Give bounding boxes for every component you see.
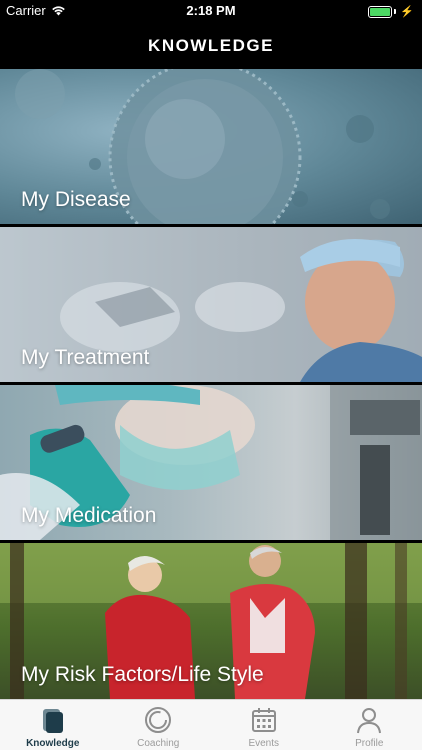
tile-label: My Medication [21, 504, 157, 527]
tab-profile[interactable]: Profile [317, 700, 422, 750]
tab-knowledge[interactable]: Knowledge [0, 700, 106, 750]
tile-label: My Disease [21, 188, 131, 211]
tile-my-medication[interactable]: My Medication [0, 385, 422, 540]
tab-label: Knowledge [26, 738, 80, 749]
tab-coaching[interactable]: Coaching [106, 700, 212, 750]
tab-bar: Knowledge Coaching Events Profile [0, 699, 422, 750]
tab-events[interactable]: Events [211, 700, 317, 750]
knowledge-icon [42, 709, 63, 733]
battery-icon: ⚡ [368, 5, 414, 18]
tab-label: Profile [355, 738, 384, 749]
tile-label: My Risk Factors/Life Style [21, 663, 264, 686]
knowledge-tiles: My Disease My Treatment My Medication My… [0, 69, 422, 699]
status-bar: Carrier 2:18 PM ⚡ [0, 0, 422, 22]
tab-label: Coaching [137, 738, 180, 749]
profile-icon [357, 708, 382, 734]
charging-icon: ⚡ [400, 6, 414, 18]
status-time: 2:18 PM [186, 3, 236, 18]
tile-my-disease[interactable]: My Disease [0, 69, 422, 224]
tab-label: Events [248, 738, 280, 749]
navigation-bar: KNOWLEDGE [0, 22, 422, 69]
tile-label: My Treatment [21, 346, 150, 369]
tile-my-treatment[interactable]: My Treatment [0, 227, 422, 382]
coaching-icon [145, 707, 172, 733]
tile-my-risk-factors[interactable]: My Risk Factors/Life Style [0, 543, 422, 699]
page-title: KNOWLEDGE [148, 35, 274, 55]
calendar-icon [251, 708, 276, 732]
